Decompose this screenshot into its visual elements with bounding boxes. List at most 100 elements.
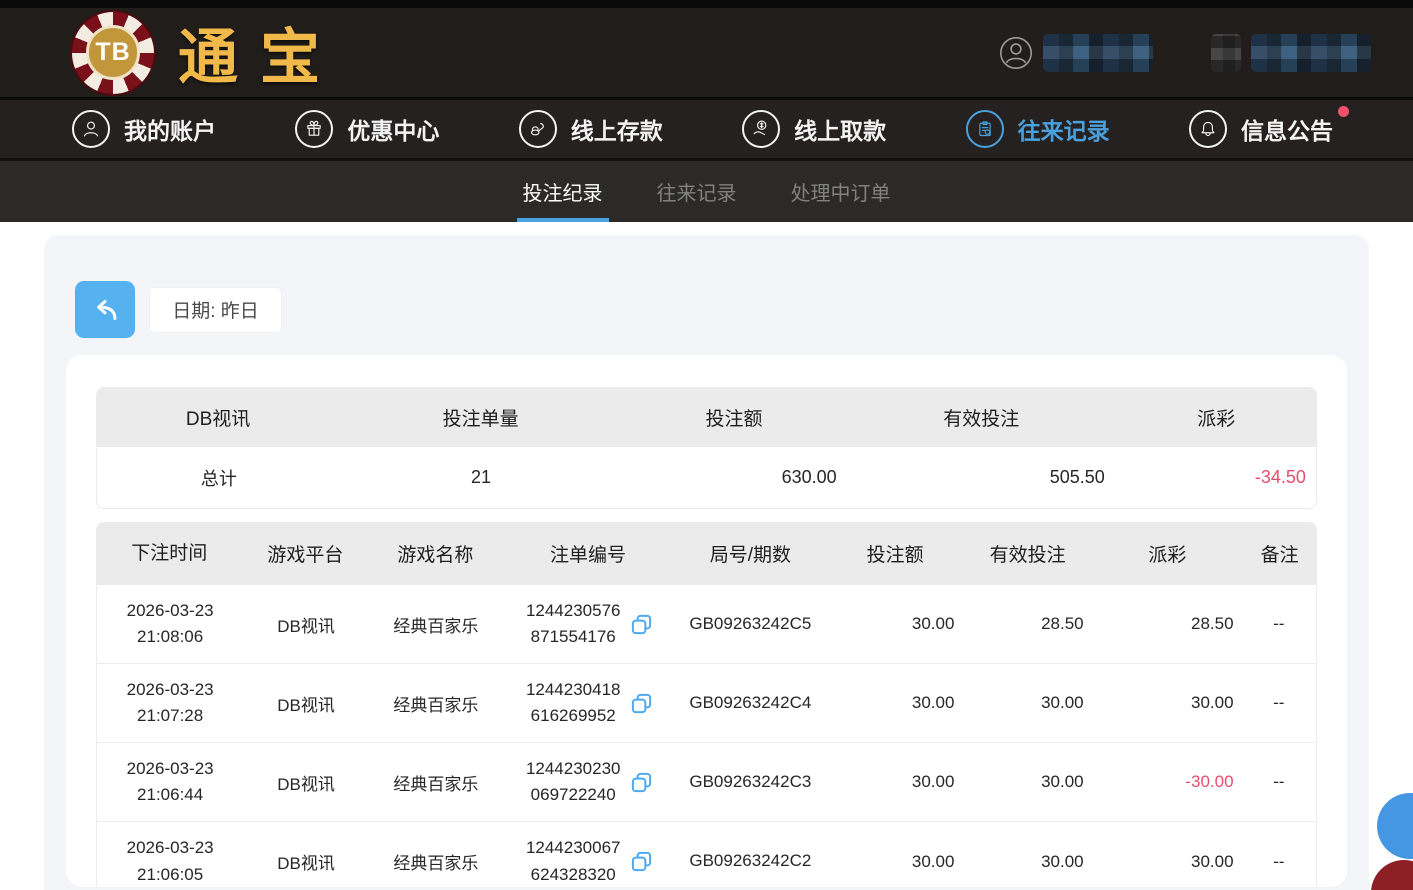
- summary-table: DB视讯 投注单量 投注额 有效投注 派彩 总计 21 630.00 505.5…: [96, 387, 1317, 509]
- cell-remark: --: [1242, 614, 1316, 634]
- floating-service-button[interactable]: [1371, 860, 1413, 890]
- logo-chip-badge: TB: [86, 25, 140, 79]
- nav-item-promotions[interactable]: 优惠中心: [295, 110, 439, 148]
- nav-label: 我的账户: [124, 112, 216, 146]
- cell-round: GB09263242C5: [674, 611, 828, 637]
- logo-chip-icon: TB: [70, 10, 156, 96]
- content-panel: 日期: 昨日 DB视讯 投注单量 投注额 有效投注 派彩 总计 21 630.0…: [44, 235, 1369, 890]
- records-icon: [966, 110, 1004, 148]
- nav-item-announcements[interactable]: 信息公告: [1189, 110, 1333, 148]
- date-filter[interactable]: 日期: 昨日: [149, 287, 282, 333]
- back-arrow-icon: [88, 293, 122, 327]
- bet-id-number: 1244230418616269952: [523, 677, 623, 730]
- copy-icon[interactable]: [630, 850, 653, 873]
- cell-payout: 30.00: [1092, 693, 1242, 713]
- totals-bet-amount: 630.00: [621, 467, 847, 488]
- bet-id-number: 1244230230069722240: [523, 756, 623, 809]
- notification-dot: [1338, 106, 1349, 117]
- table-row: 2026-03-23 21:07:28 DB视讯 经典百家乐 124423041…: [97, 664, 1316, 743]
- filter-row: 日期: 昨日: [75, 281, 1347, 338]
- cell-bet-id: 1244230576871554176: [503, 598, 674, 651]
- cell-payout: -30.00: [1092, 772, 1242, 792]
- cell-valid-bet: 28.50: [962, 614, 1091, 634]
- cell-platform: DB视讯: [243, 612, 369, 637]
- header-remark: 备注: [1242, 540, 1316, 567]
- totals-label: 总计: [97, 465, 341, 491]
- nav-label: 往来记录: [1018, 112, 1110, 146]
- cell-platform: DB视讯: [243, 849, 369, 874]
- cell-round: GB09263242C2: [674, 848, 828, 874]
- avatar-icon[interactable]: [999, 36, 1033, 70]
- nav-label: 线上存款: [571, 112, 663, 146]
- header-payout: 派彩: [1092, 540, 1242, 567]
- nav-item-my-account[interactable]: 我的账户: [72, 110, 216, 148]
- detail-table: 下注时间 游戏平台 游戏名称 注单编号 局号/期数 投注额 有效投注 派彩 备注…: [96, 522, 1317, 887]
- summary-header-platform: DB视讯: [96, 404, 340, 431]
- summary-totals-row: 总计 21 630.00 505.50 -34.50: [96, 447, 1317, 509]
- cell-bet-time: 2026-03-23 21:06:05: [97, 835, 243, 887]
- cell-payout: 28.50: [1092, 614, 1242, 634]
- header-platform: 游戏平台: [243, 540, 369, 567]
- cell-remark: --: [1242, 772, 1316, 792]
- summary-header-row: DB视讯 投注单量 投注额 有效投注 派彩: [96, 387, 1317, 447]
- table-row: 2026-03-23 21:06:44 DB视讯 经典百家乐 124423023…: [97, 743, 1316, 822]
- cell-valid-bet: 30.00: [962, 852, 1091, 872]
- user-icon: [72, 110, 110, 148]
- copy-icon[interactable]: [630, 692, 653, 715]
- cell-remark: --: [1242, 852, 1316, 872]
- cell-bet-amount: 30.00: [827, 852, 962, 872]
- nav-label: 线上取款: [794, 112, 886, 146]
- cell-game-name: 经典百家乐: [369, 612, 503, 637]
- user-info-area: [999, 34, 1371, 72]
- cell-valid-bet: 30.00: [962, 772, 1091, 792]
- tab-transaction-records[interactable]: 往来记录: [655, 161, 739, 222]
- main-nav: 我的账户 优惠中心 线上存款 线上取款 往来记录 信息公告: [0, 100, 1413, 161]
- summary-header-payout: 派彩: [1116, 404, 1317, 431]
- brand-wordmark: 通宝: [178, 9, 342, 96]
- header-bet-amount: 投注额: [827, 540, 963, 567]
- detail-header-row: 下注时间 游戏平台 游戏名称 注单编号 局号/期数 投注额 有效投注 派彩 备注: [96, 522, 1317, 585]
- table-row: 2026-03-23 21:08:06 DB视讯 经典百家乐 124423057…: [97, 585, 1316, 664]
- copy-icon[interactable]: [630, 613, 653, 636]
- nav-item-deposit[interactable]: 线上存款: [519, 110, 663, 148]
- nav-item-transaction-records[interactable]: 往来记录: [966, 110, 1110, 148]
- cell-game-name: 经典百家乐: [369, 849, 503, 874]
- bell-icon: [1189, 110, 1227, 148]
- back-button[interactable]: [75, 281, 135, 338]
- header-bet-id: 注单编号: [503, 540, 674, 567]
- redacted-balance: [1251, 34, 1371, 72]
- top-header: TB 通宝: [0, 0, 1413, 100]
- summary-header-valid-bet: 有效投注: [847, 404, 1116, 431]
- cell-round: GB09263242C4: [674, 690, 828, 716]
- header-game-name: 游戏名称: [368, 540, 502, 567]
- withdraw-icon: [742, 110, 780, 148]
- table-row: 2026-03-23 21:06:05 DB视讯 经典百家乐 124423006…: [97, 822, 1316, 887]
- cell-bet-time: 2026-03-23 21:07:28: [97, 677, 243, 730]
- tab-pending-orders[interactable]: 处理中订单: [789, 161, 893, 222]
- summary-header-bet-amount: 投注额: [621, 404, 847, 431]
- header-bet-time: 下注时间: [96, 539, 243, 568]
- cell-bet-amount: 30.00: [827, 693, 962, 713]
- cell-round: GB09263242C3: [674, 769, 828, 795]
- totals-bet-count: 21: [341, 467, 621, 488]
- redacted-username: [1043, 34, 1153, 72]
- copy-icon[interactable]: [630, 771, 653, 794]
- bet-id-number: 1244230067624328320: [523, 835, 623, 887]
- floating-chat-button[interactable]: [1377, 793, 1413, 859]
- header-valid-bet: 有效投注: [963, 540, 1092, 567]
- cell-bet-id: 1244230418616269952: [503, 677, 674, 730]
- deposit-icon: [519, 110, 557, 148]
- brand-logo[interactable]: TB 通宝: [70, 9, 342, 96]
- cell-platform: DB视讯: [243, 770, 369, 795]
- nav-item-withdraw[interactable]: 线上取款: [742, 110, 886, 148]
- redacted-currency: [1211, 34, 1241, 72]
- cell-platform: DB视讯: [243, 691, 369, 716]
- cell-bet-id: 1244230230069722240: [503, 756, 674, 809]
- sub-nav: 投注纪录 往来记录 处理中订单: [0, 161, 1413, 222]
- totals-valid-bet: 505.50: [847, 467, 1115, 488]
- tab-bet-records[interactable]: 投注纪录: [521, 161, 605, 222]
- totals-payout: -34.50: [1115, 467, 1316, 488]
- header-round: 局号/期数: [674, 540, 828, 567]
- cell-bet-amount: 30.00: [827, 772, 962, 792]
- bet-id-number: 1244230576871554176: [523, 598, 623, 651]
